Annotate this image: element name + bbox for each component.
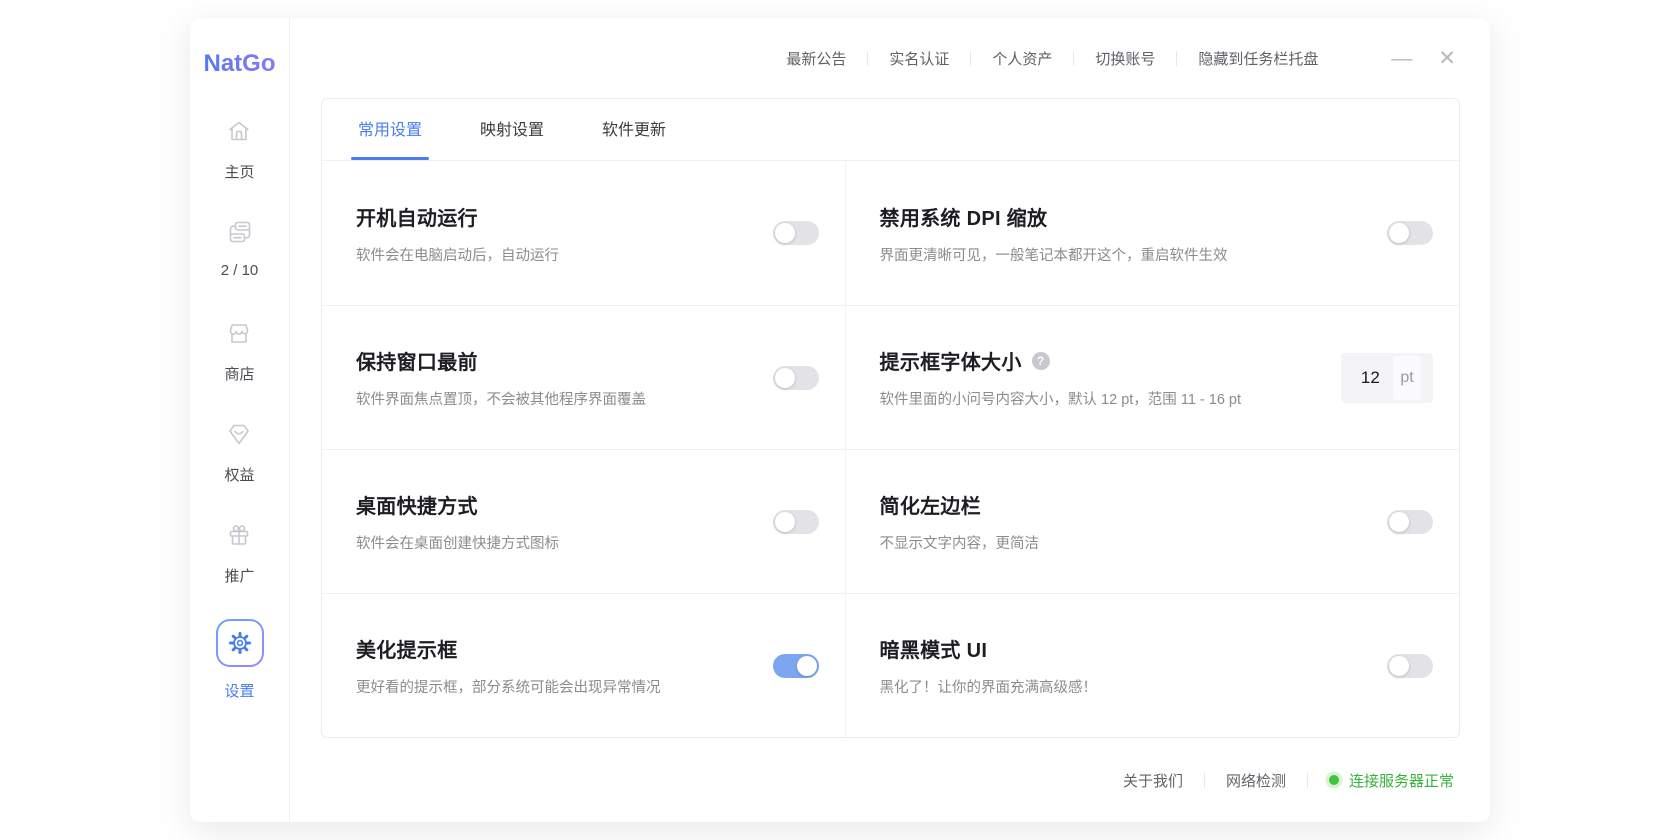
sidebar-item-label: 权益 [224, 464, 254, 485]
sidebar-item-label: 2 / 10 [221, 262, 259, 279]
tunnel-icon [226, 215, 254, 249]
divider [867, 51, 868, 66]
setting-dark-mode: 暗黑模式 UI 黑化了！让你的界面充满高级感！ [846, 593, 1459, 737]
sidebar-item-label: 设置 [224, 680, 254, 701]
app-window: NatGo 主页 [190, 18, 1490, 822]
settings-active-frame [216, 619, 264, 667]
setting-title: 禁用系统 DPI 缩放 [880, 202, 1371, 231]
minimize-icon[interactable]: — [1391, 48, 1412, 69]
sidebar-item-label: 推广 [224, 565, 254, 586]
dark-mode-toggle[interactable] [1387, 654, 1433, 678]
sidebar-item-benefits[interactable]: 权益 [224, 417, 254, 518]
setting-desc: 黑化了！让你的界面充满高级感！ [880, 676, 1371, 697]
server-status: 连接服务器正常 [1329, 770, 1454, 791]
setting-desc: 更好看的提示框，部分系统可能会出现异常情况 [356, 676, 757, 697]
setting-text: 提示框字体大小 ? 软件里面的小问号内容大小，默认 12 pt，范围 11 - … [880, 346, 1341, 409]
setting-title-text: 提示框字体大小 [880, 346, 1022, 375]
setting-desc: 软件界面焦点置顶，不会被其他程序界面覆盖 [356, 388, 757, 409]
settings-grid: 开机自动运行 软件会在电脑启动后，自动运行 禁用系统 DPI 缩放 界面更清晰可… [322, 161, 1459, 737]
setting-text: 开机自动运行 软件会在电脑启动后，自动运行 [356, 202, 773, 265]
font-size-unit: pt [1393, 356, 1420, 400]
setting-desc: 软件会在桌面创建快捷方式图标 [356, 532, 757, 553]
tab-software-update[interactable]: 软件更新 [602, 116, 666, 160]
setting-desc: 软件会在电脑启动后，自动运行 [356, 244, 757, 265]
setting-text: 保持窗口最前 软件界面焦点置顶，不会被其他程序界面覆盖 [356, 346, 773, 409]
setting-desc: 不显示文字内容，更简洁 [880, 532, 1371, 553]
close-icon[interactable]: ✕ [1438, 48, 1456, 69]
font-size-input[interactable] [1353, 368, 1387, 388]
network-check-link[interactable]: 网络检测 [1226, 770, 1286, 791]
desktop-shortcut-toggle[interactable] [773, 510, 819, 534]
setting-tooltip-font-size: 提示框字体大小 ? 软件里面的小问号内容大小，默认 12 pt，范围 11 - … [846, 305, 1459, 449]
window-controls: — ✕ [1365, 48, 1456, 69]
menu-real-name-verification[interactable]: 实名认证 [889, 48, 949, 69]
divider [1204, 773, 1205, 788]
sidebar: NatGo 主页 [190, 18, 290, 822]
sidebar-item-promotion[interactable]: 推广 [224, 518, 254, 619]
main-area: 最新公告 实名认证 个人资产 切换账号 隐藏到任务栏托盘 — ✕ 常用设置 映射… [290, 18, 1490, 822]
divider [1073, 51, 1074, 66]
app-logo: NatGo [204, 50, 276, 78]
menu-switch-account[interactable]: 切换账号 [1095, 48, 1155, 69]
settings-tabs: 常用设置 映射设置 软件更新 [322, 99, 1459, 161]
menu-personal-assets[interactable]: 个人资产 [992, 48, 1052, 69]
diamond-icon [225, 417, 253, 451]
setting-auto-start: 开机自动运行 软件会在电脑启动后，自动运行 [322, 161, 846, 305]
about-us-link[interactable]: 关于我们 [1123, 770, 1183, 791]
top-menu-bar: 最新公告 实名认证 个人资产 切换账号 隐藏到任务栏托盘 — ✕ [290, 18, 1490, 98]
setting-disable-dpi-scaling: 禁用系统 DPI 缩放 界面更清晰可见，一般笔记本都开这个，重启软件生效 [846, 161, 1459, 305]
store-icon [225, 316, 253, 350]
setting-title: 暗黑模式 UI [880, 634, 1371, 663]
sidebar-item-label: 主页 [224, 161, 254, 182]
sidebar-item-tunnels[interactable]: 2 / 10 [221, 215, 259, 316]
auto-start-toggle[interactable] [773, 221, 819, 245]
setting-beautified-tooltip: 美化提示框 更好看的提示框，部分系统可能会出现异常情况 [322, 593, 846, 737]
tab-general-settings[interactable]: 常用设置 [358, 116, 422, 160]
setting-text: 桌面快捷方式 软件会在桌面创建快捷方式图标 [356, 490, 773, 553]
setting-desc: 界面更清晰可见，一般笔记本都开这个，重启软件生效 [880, 244, 1371, 265]
setting-title: 开机自动运行 [356, 202, 757, 231]
divider [1176, 51, 1177, 66]
menu-announcements[interactable]: 最新公告 [786, 48, 846, 69]
divider [970, 51, 971, 66]
setting-text: 禁用系统 DPI 缩放 界面更清晰可见，一般笔记本都开这个，重启软件生效 [880, 202, 1387, 265]
tab-mapping-settings[interactable]: 映射设置 [480, 116, 544, 160]
simplified-sidebar-toggle[interactable] [1387, 510, 1433, 534]
menu-hide-to-tray[interactable]: 隐藏到任务栏托盘 [1198, 48, 1318, 69]
sidebar-nav: 主页 2 / 10 [216, 114, 264, 720]
footer-bar: 关于我们 网络检测 连接服务器正常 [290, 738, 1490, 822]
help-icon[interactable]: ? [1032, 352, 1050, 370]
setting-title: 桌面快捷方式 [356, 490, 757, 519]
setting-title: 保持窗口最前 [356, 346, 757, 375]
setting-title: 提示框字体大小 ? [880, 346, 1325, 375]
sidebar-item-home[interactable]: 主页 [224, 114, 254, 215]
setting-text: 暗黑模式 UI 黑化了！让你的界面充满高级感！ [880, 634, 1387, 697]
status-dot-icon [1329, 775, 1339, 785]
setting-text: 美化提示框 更好看的提示框，部分系统可能会出现异常情况 [356, 634, 773, 697]
setting-desktop-shortcut: 桌面快捷方式 软件会在桌面创建快捷方式图标 [322, 449, 846, 593]
home-icon [225, 114, 253, 148]
gift-icon [225, 518, 253, 552]
setting-text: 简化左边栏 不显示文字内容，更简洁 [880, 490, 1387, 553]
sidebar-item-store[interactable]: 商店 [224, 316, 254, 417]
divider [1307, 773, 1308, 788]
settings-card: 常用设置 映射设置 软件更新 开机自动运行 软件会在电脑启动后，自动运行 禁用系… [321, 98, 1460, 738]
disable-dpi-toggle[interactable] [1387, 221, 1433, 245]
setting-title: 美化提示框 [356, 634, 757, 663]
beautified-tooltip-toggle[interactable] [773, 654, 819, 678]
server-status-label: 连接服务器正常 [1349, 770, 1454, 791]
setting-title: 简化左边栏 [880, 490, 1371, 519]
setting-keep-window-on-top: 保持窗口最前 软件界面焦点置顶，不会被其他程序界面覆盖 [322, 305, 846, 449]
font-size-input-box: pt [1341, 353, 1433, 403]
sidebar-item-settings[interactable]: 设置 [216, 619, 264, 720]
keep-on-top-toggle[interactable] [773, 366, 819, 390]
gear-icon [218, 621, 262, 665]
setting-simplified-sidebar: 简化左边栏 不显示文字内容，更简洁 [846, 449, 1459, 593]
setting-desc: 软件里面的小问号内容大小，默认 12 pt，范围 11 - 16 pt [880, 388, 1325, 409]
sidebar-item-label: 商店 [224, 363, 254, 384]
